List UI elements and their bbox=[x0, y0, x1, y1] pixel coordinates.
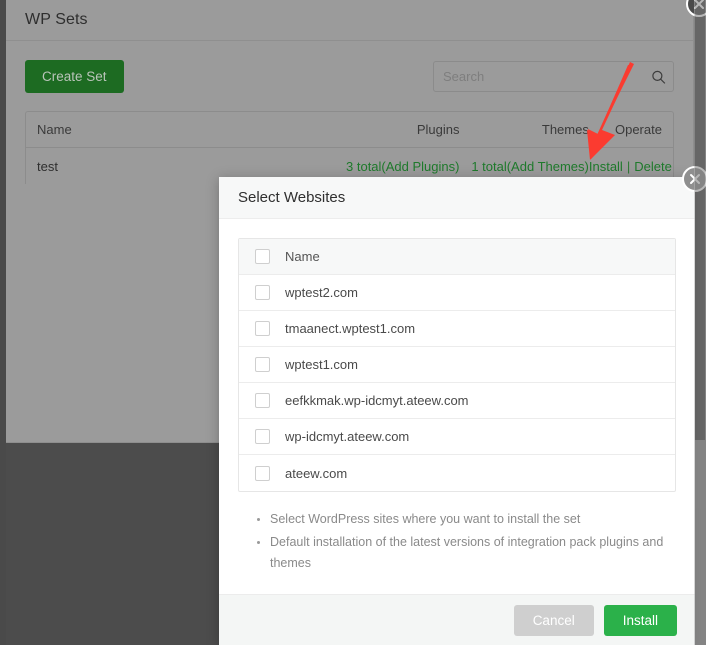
column-header-operate: Operate bbox=[589, 122, 673, 137]
cell-set-name: test bbox=[26, 159, 317, 174]
row-checkbox-cell bbox=[239, 321, 285, 336]
row-checkbox-cell bbox=[239, 357, 285, 372]
row-checkbox[interactable] bbox=[255, 466, 270, 481]
site-name: ateew.com bbox=[285, 466, 675, 481]
create-set-button[interactable]: Create Set bbox=[25, 60, 124, 93]
select-all-cell bbox=[239, 249, 285, 264]
search-box bbox=[433, 61, 674, 92]
column-header-themes: Themes bbox=[459, 122, 588, 137]
note-item: Select WordPress sites where you want to… bbox=[257, 509, 676, 530]
websites-header-row: Name bbox=[239, 239, 675, 275]
operate-separator: | bbox=[627, 159, 630, 174]
cell-plugins: 3 total(Add Plugins) bbox=[317, 159, 459, 174]
wp-sets-body: Create Set Name Plugins Themes Operate bbox=[6, 41, 693, 184]
websites-table: Name wptest2.com tmaanect.wptest1.com bbox=[238, 238, 676, 492]
site-name: wptest1.com bbox=[285, 357, 675, 372]
site-name: wptest2.com bbox=[285, 285, 675, 300]
modal-header: Select Websites bbox=[219, 177, 695, 219]
add-plugins-link[interactable]: 3 total(Add Plugins) bbox=[346, 159, 459, 174]
wp-sets-header: WP Sets bbox=[6, 0, 693, 41]
modal-footer: Cancel Install bbox=[219, 594, 695, 645]
modal-body: Name wptest2.com tmaanect.wptest1.com bbox=[219, 219, 695, 574]
wp-sets-table: Name Plugins Themes Operate test 3 total… bbox=[25, 111, 674, 184]
row-checkbox-cell bbox=[239, 285, 285, 300]
search-input[interactable] bbox=[433, 61, 674, 92]
column-header-name: Name bbox=[26, 122, 317, 137]
install-button[interactable]: Install bbox=[604, 605, 677, 636]
page-title: WP Sets bbox=[25, 11, 88, 29]
site-name: wp-idcmyt.ateew.com bbox=[285, 429, 675, 444]
site-name: tmaanect.wptest1.com bbox=[285, 321, 675, 336]
note-item: Default installation of the latest versi… bbox=[257, 532, 676, 574]
site-name: eefkkmak.wp-idcmyt.ateew.com bbox=[285, 393, 675, 408]
row-checkbox[interactable] bbox=[255, 321, 270, 336]
cell-themes: 1 total(Add Themes) bbox=[459, 159, 588, 174]
toolbar: Create Set bbox=[25, 60, 674, 93]
delete-link[interactable]: Delete bbox=[634, 159, 672, 174]
list-item[interactable]: wptest1.com bbox=[239, 347, 675, 383]
vertical-scrollbar-thumb[interactable] bbox=[695, 0, 705, 440]
row-checkbox-cell bbox=[239, 393, 285, 408]
row-checkbox[interactable] bbox=[255, 429, 270, 444]
select-all-checkbox[interactable] bbox=[255, 249, 270, 264]
table-header-row: Name Plugins Themes Operate bbox=[26, 112, 673, 148]
row-checkbox-cell bbox=[239, 429, 285, 444]
row-checkbox[interactable] bbox=[255, 357, 270, 372]
list-item[interactable]: wp-idcmyt.ateew.com bbox=[239, 419, 675, 455]
add-themes-link[interactable]: 1 total(Add Themes) bbox=[471, 159, 589, 174]
list-item[interactable]: eefkkmak.wp-idcmyt.ateew.com bbox=[239, 383, 675, 419]
cell-operate: Install | Delete bbox=[589, 159, 673, 174]
cancel-button[interactable]: Cancel bbox=[514, 605, 594, 636]
app-root: WP Sets Create Set Name Plugins Themes bbox=[0, 0, 706, 645]
select-websites-modal: Select Websites Name wptest2.com bbox=[219, 177, 695, 645]
row-checkbox[interactable] bbox=[255, 285, 270, 300]
vertical-scrollbar-track[interactable] bbox=[694, 0, 706, 645]
row-checkbox[interactable] bbox=[255, 393, 270, 408]
column-header-plugins: Plugins bbox=[317, 122, 459, 137]
list-item[interactable]: ateew.com bbox=[239, 455, 675, 491]
list-item[interactable]: tmaanect.wptest1.com bbox=[239, 311, 675, 347]
modal-title: Select Websites bbox=[238, 189, 345, 206]
modal-notes: Select WordPress sites where you want to… bbox=[238, 509, 676, 574]
row-checkbox-cell bbox=[239, 466, 285, 481]
list-item[interactable]: wptest2.com bbox=[239, 275, 675, 311]
column-header-name: Name bbox=[285, 249, 675, 264]
install-link[interactable]: Install bbox=[589, 159, 623, 174]
